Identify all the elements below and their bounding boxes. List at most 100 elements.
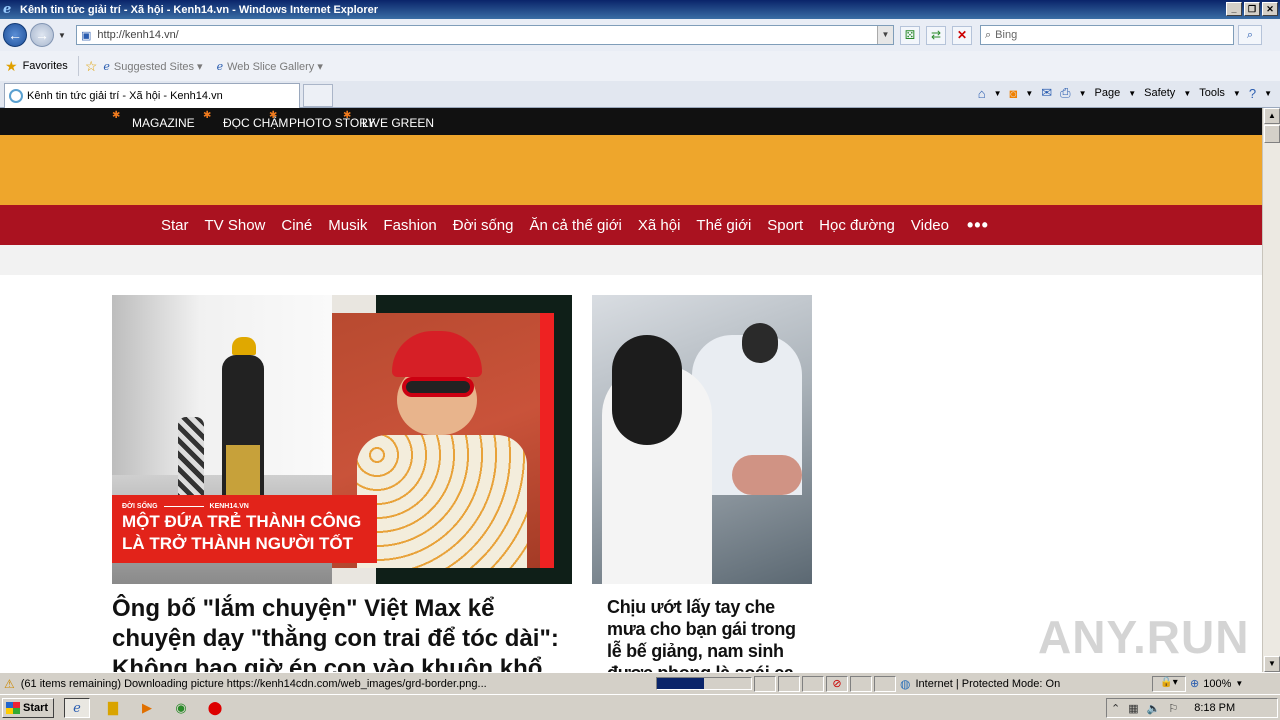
refresh-button[interactable]: ⇄ xyxy=(926,26,946,45)
star-marker-icon: ✱ xyxy=(203,110,212,121)
print-icon[interactable]: ⎙ xyxy=(1060,85,1070,101)
nav-sport[interactable]: Sport xyxy=(767,217,803,234)
nav-star[interactable]: Star xyxy=(161,217,189,234)
chevron-down-icon[interactable]: ▼ xyxy=(1025,89,1033,98)
address-dropdown-icon[interactable]: ▼ xyxy=(877,26,893,44)
side-article-image[interactable] xyxy=(592,295,812,584)
safety-menu[interactable]: Safety xyxy=(1144,87,1175,99)
web-slice-gallery-label: Web Slice Gallery ▾ xyxy=(227,60,323,73)
back-button[interactable]: ← xyxy=(3,23,27,47)
taskbar-media-player-icon[interactable]: ▶ xyxy=(134,698,160,718)
window-controls: _ ❐ ✕ xyxy=(1226,2,1278,16)
favorites-button[interactable]: ★ Favorites xyxy=(5,58,68,75)
protected-mode-icon[interactable]: 🔒▾ xyxy=(1152,676,1186,692)
add-favorite-icon[interactable]: ☆ xyxy=(85,58,98,75)
nav-the-gioi[interactable]: Thế giới xyxy=(696,217,751,234)
nav-hoc-duong[interactable]: Học đường xyxy=(819,217,895,234)
restore-button[interactable]: ❐ xyxy=(1244,2,1260,16)
zoom-control[interactable]: ⊕ 100% ▼ xyxy=(1190,677,1244,691)
status-cell xyxy=(754,676,776,692)
chevron-down-icon[interactable]: ▼ xyxy=(1079,89,1087,98)
nav-xa-hoi[interactable]: Xã hội xyxy=(638,217,681,234)
chevron-down-icon: ▼ xyxy=(1235,679,1244,688)
top-nav-magazine[interactable]: MAGAZINE xyxy=(132,116,195,130)
nav-an-ca-the-gioi[interactable]: Ăn cả thế giới xyxy=(529,217,621,234)
popup-blocked-icon[interactable]: ⊘ xyxy=(826,676,848,692)
security-zone[interactable]: ◍ Internet | Protected Mode: On xyxy=(900,677,1060,691)
overlay-brand-label: KENH14.VN xyxy=(209,503,249,510)
stop-button[interactable]: ✕ xyxy=(952,26,972,45)
child-figure xyxy=(178,417,204,507)
child-shirt xyxy=(357,435,527,568)
ie-page-icon: e xyxy=(216,59,224,73)
nav-video[interactable]: Video xyxy=(911,217,949,234)
tab-kenh14[interactable]: Kênh tin tức giải trí - Xã hội - Kenh14.… xyxy=(4,83,300,108)
home-icon[interactable]: ⌂ xyxy=(978,86,986,101)
web-slice-gallery-link[interactable]: e Web Slice Gallery ▾ xyxy=(217,60,323,73)
nav-tv-show[interactable]: TV Show xyxy=(205,217,266,234)
side-article-title[interactable]: Chịu ướt lấy tay che mưa cho bạn gái tro… xyxy=(607,596,807,672)
taskbar-security-icon[interactable]: ⬤ xyxy=(202,698,228,718)
status-cell xyxy=(778,676,800,692)
nav-doi-song[interactable]: Đời sống xyxy=(453,217,514,234)
network-icon[interactable]: ▦ xyxy=(1128,702,1138,715)
search-placeholder: Bing xyxy=(995,29,1018,41)
taskbar: Start e ▇ ▶ ◉ ⬤ ⌃ ▦ 🔈 ⚐ 8:18 PM xyxy=(0,694,1280,720)
nav-musik[interactable]: Musik xyxy=(328,217,367,234)
student-boy-head xyxy=(742,323,778,363)
new-tab-button[interactable] xyxy=(303,84,333,107)
red-accent-bar xyxy=(540,313,554,568)
divider xyxy=(163,506,204,507)
help-icon[interactable]: ? xyxy=(1249,86,1256,101)
star-marker-icon: ✱ xyxy=(112,110,121,121)
address-input[interactable]: ▣ http://kenh14.vn/ ▼ xyxy=(76,25,894,45)
search-button[interactable]: ⌕ xyxy=(1238,25,1262,45)
anyrun-watermark: ANY.RUN xyxy=(1038,611,1250,663)
nav-cine[interactable]: Ciné xyxy=(281,217,312,234)
ie-logo-icon: e xyxy=(3,1,12,17)
top-nav-live-green[interactable]: LIVE GREEN xyxy=(362,116,434,130)
tools-menu[interactable]: Tools xyxy=(1199,87,1225,99)
search-input[interactable]: ⌕ Bing xyxy=(980,25,1234,45)
overlay-headline-1: MỘT ĐỨA TRẺ THÀNH CÔNG xyxy=(122,512,362,531)
action-center-flag-icon[interactable]: ⚐ xyxy=(1168,702,1178,715)
yellow-hat xyxy=(232,337,256,355)
page-menu[interactable]: Page xyxy=(1095,87,1121,99)
system-tray: ⌃ ▦ 🔈 ⚐ 8:18 PM xyxy=(1106,698,1278,718)
chevron-down-icon[interactable]: ▼ xyxy=(1264,89,1272,98)
taskbar-explorer-icon[interactable]: ▇ xyxy=(100,698,126,718)
nav-fashion[interactable]: Fashion xyxy=(383,217,436,234)
status-cell xyxy=(850,676,872,692)
chevron-down-icon[interactable]: ▼ xyxy=(994,89,1002,98)
volume-icon[interactable]: 🔈 xyxy=(1147,702,1161,715)
zoom-icon: ⊕ xyxy=(1190,678,1200,690)
loading-icon xyxy=(9,89,23,103)
close-button[interactable]: ✕ xyxy=(1262,2,1278,16)
taskbar-ie-button[interactable]: e xyxy=(64,698,90,718)
zone-label: Internet | Protected Mode: On xyxy=(915,678,1061,690)
warning-icon: ⚠ xyxy=(4,676,15,691)
scroll-up-button[interactable]: ▲ xyxy=(1264,108,1280,124)
address-url: http://kenh14.vn/ xyxy=(97,29,179,41)
start-button[interactable]: Start xyxy=(2,698,54,718)
rss-feed-icon[interactable]: ◙ xyxy=(1009,86,1017,101)
more-menu-icon[interactable]: ••• xyxy=(967,215,989,236)
chevron-down-icon: ▼ xyxy=(1183,88,1192,98)
suggested-sites-link[interactable]: e Suggested Sites ▾ xyxy=(103,60,202,73)
scroll-thumb[interactable] xyxy=(1264,125,1280,143)
recent-pages-dropdown[interactable]: ▼ xyxy=(58,31,66,40)
tray-expand-icon[interactable]: ⌃ xyxy=(1111,702,1120,715)
chevron-down-icon: ▼ xyxy=(1128,88,1137,98)
top-nav-doc-cham[interactable]: ĐỌC CHẬM xyxy=(223,116,288,130)
scroll-down-button[interactable]: ▼ xyxy=(1264,656,1280,672)
red-sunglasses xyxy=(402,377,474,397)
compatibility-view-button[interactable]: ⚄ xyxy=(900,26,920,45)
forward-button[interactable]: → xyxy=(30,23,54,47)
taskbar-chrome-icon[interactable]: ◉ xyxy=(168,698,194,718)
featured-article-image[interactable]: ĐỜI SỐNG KENH14.VN MỘT ĐỨA TRẺ THÀNH CÔN… xyxy=(112,295,572,584)
site-banner xyxy=(0,135,1262,205)
minimize-button[interactable]: _ xyxy=(1226,2,1242,16)
vertical-scrollbar[interactable]: ▲ ▼ xyxy=(1262,108,1280,672)
mail-icon[interactable]: ✉ xyxy=(1041,85,1052,101)
featured-article-title[interactable]: Ông bố "lắm chuyện" Việt Max kể chuyện d… xyxy=(112,594,572,672)
